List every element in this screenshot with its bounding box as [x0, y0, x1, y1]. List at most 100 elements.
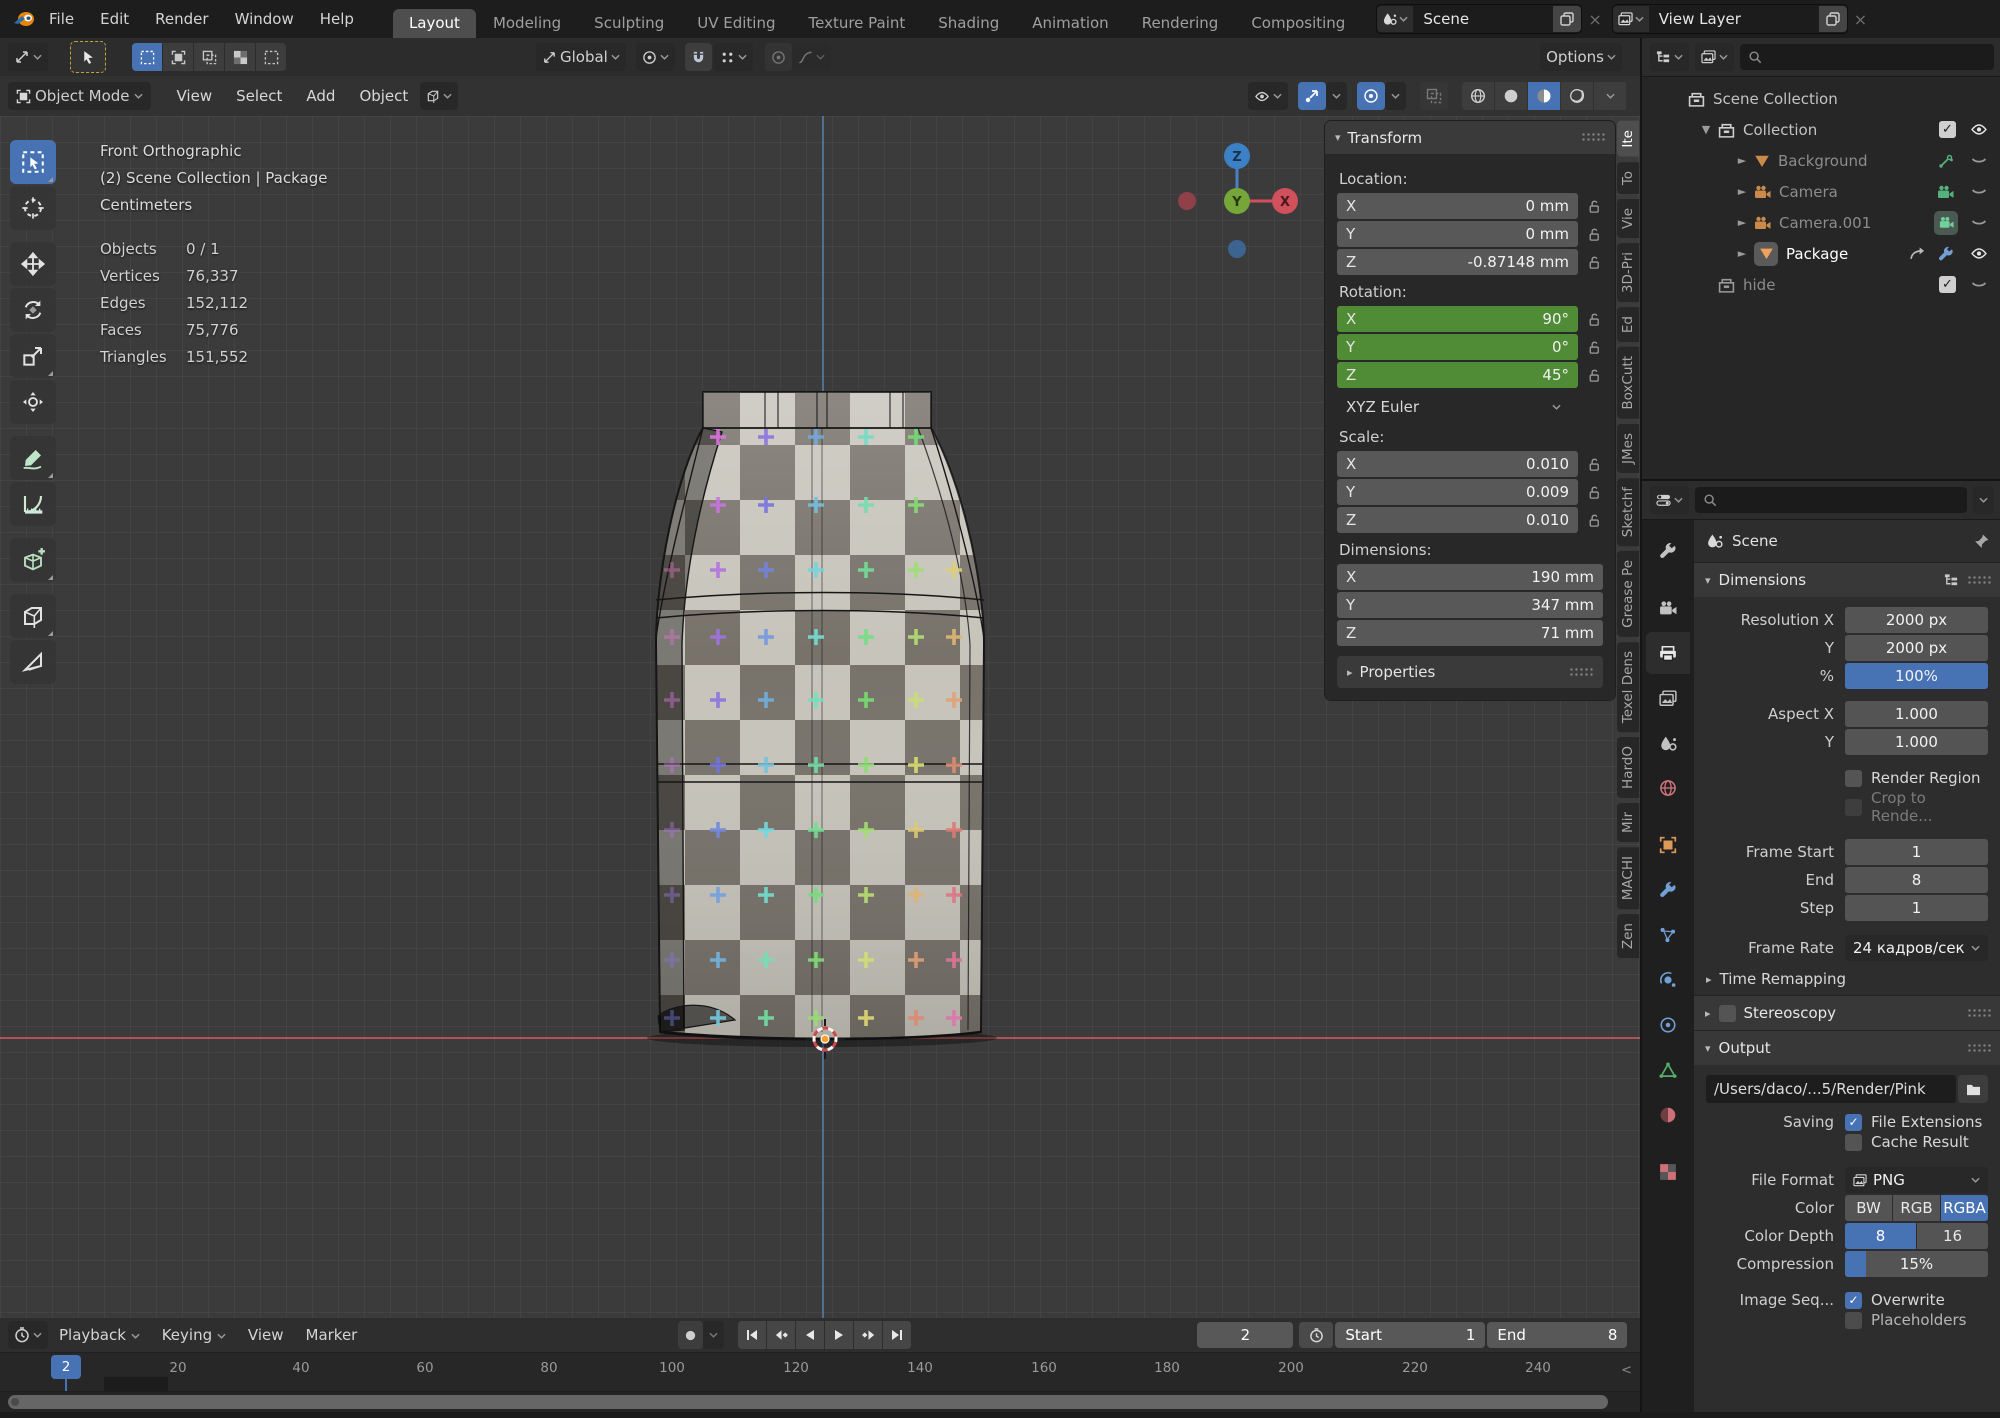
location-z-field[interactable]: Z -0.87148 mm — [1337, 249, 1578, 275]
tool-boxcutter[interactable] — [10, 594, 56, 638]
scale-z-field[interactable]: Z 0.010 — [1337, 507, 1578, 533]
select-mode-invert-button[interactable] — [225, 43, 255, 71]
frame-rate-dropdown[interactable]: 24 кадров/сек — [1845, 935, 1988, 961]
viewport-menu-add[interactable]: Add — [294, 87, 347, 105]
npanel-tab-sketchfab[interactable]: Sketchf — [1617, 477, 1639, 546]
tab-constraint-properties[interactable] — [1646, 1004, 1690, 1046]
tab-particle-properties[interactable] — [1646, 914, 1690, 956]
options-dropdown[interactable]: Options — [1540, 43, 1622, 71]
play-button[interactable] — [825, 1321, 854, 1349]
stereoscopy-checkbox[interactable] — [1718, 1004, 1736, 1022]
tab-animation[interactable]: Animation — [1016, 9, 1125, 38]
npanel-tab-grease-pencil[interactable]: Grease Pe — [1617, 550, 1639, 637]
jump-to-end-button[interactable] — [883, 1321, 912, 1349]
timeline-ruler[interactable]: 20 40 60 80 100 120 140 160 180 200 220 … — [0, 1353, 1640, 1392]
properties-breadcrumb-toggle[interactable] — [1650, 486, 1689, 514]
outliner-display-mode-dropdown[interactable] — [1650, 43, 1689, 71]
frame-start-field[interactable]: 1 — [1845, 839, 1988, 865]
tab-layout[interactable]: Layout — [392, 9, 476, 38]
select-mode-extend-button[interactable] — [163, 43, 193, 71]
scale-y-field[interactable]: Y 0.009 — [1337, 479, 1578, 505]
transform-orientation-dropdown[interactable]: Global — [536, 43, 626, 71]
scale-x-field[interactable]: X 0.010 — [1337, 451, 1578, 477]
disclosure-triangle[interactable]: ► — [1734, 185, 1750, 198]
tab-scene-properties[interactable] — [1646, 722, 1690, 764]
npanel-tab-hardops[interactable]: HardO — [1617, 737, 1639, 798]
depth-8-button[interactable]: 8 — [1845, 1223, 1916, 1249]
npanel-tab-mira[interactable]: Mir — [1617, 802, 1639, 842]
frame-end-field[interactable]: End 8 — [1487, 1322, 1628, 1348]
color-rgb-button[interactable]: RGB — [1893, 1195, 1940, 1221]
snap-target-dropdown[interactable] — [635, 43, 675, 71]
outliner-row-background[interactable]: ► Background — [1642, 145, 2000, 176]
overlays-settings-dropdown[interactable] — [1385, 82, 1406, 110]
menu-help[interactable]: Help — [307, 0, 367, 38]
tab-uv-editing[interactable]: UV Editing — [681, 9, 792, 38]
npanel-tab-view[interactable]: Vie — [1617, 198, 1639, 238]
gizmo-settings-dropdown[interactable] — [1326, 82, 1347, 110]
tool-move[interactable] — [10, 242, 56, 286]
rotation-z-field[interactable]: Z 45° — [1337, 362, 1578, 388]
crop-to-render-region-checkbox[interactable] — [1845, 798, 1862, 816]
rotation-y-field[interactable]: Y 0° — [1337, 334, 1578, 360]
frame-end-field[interactable]: 8 — [1845, 867, 1988, 893]
timeline-menu-playback[interactable]: Playback — [48, 1326, 151, 1344]
tab-material-properties[interactable] — [1646, 1094, 1690, 1136]
stereoscopy-panel-header[interactable]: ▸ Stereoscopy — [1694, 995, 2000, 1030]
use-preview-range-toggle[interactable] — [1299, 1322, 1334, 1348]
select-mode-set-button[interactable] — [132, 43, 162, 71]
aspect-x-field[interactable]: 1.000 — [1845, 701, 1988, 727]
file-extensions-checkbox[interactable]: ✓ — [1845, 1113, 1862, 1131]
next-keyframe-button[interactable] — [854, 1321, 883, 1349]
jump-to-start-button[interactable] — [738, 1321, 767, 1349]
tab-sculpting[interactable]: Sculpting — [578, 9, 681, 38]
active-tool-button[interactable] — [70, 41, 106, 73]
timeline-menu-view[interactable]: View — [237, 1326, 295, 1344]
aspect-y-field[interactable]: 1.000 — [1845, 729, 1988, 755]
npanel-tab-item[interactable]: Ite — [1617, 121, 1639, 157]
outliner-row-scene-collection[interactable]: Scene Collection — [1642, 83, 2000, 114]
properties-options-dropdown[interactable] — [1973, 486, 1994, 514]
outliner-filter-dropdown[interactable] — [1695, 43, 1734, 71]
tool-add-cube[interactable] — [10, 538, 56, 582]
tab-texture-properties[interactable] — [1646, 1151, 1690, 1193]
view-layer-name[interactable]: View Layer — [1649, 10, 1819, 28]
view-layer-copy-button[interactable] — [1818, 6, 1847, 32]
scene-unlink-button[interactable]: × — [1582, 10, 1607, 29]
npanel-tab-texel-density[interactable]: Texel Dens — [1617, 641, 1639, 732]
disclosure-triangle[interactable]: ► — [1734, 216, 1750, 229]
outliner-row-camera[interactable]: ► Camera — [1642, 176, 2000, 207]
lock-scale-z-icon[interactable] — [1587, 513, 1603, 528]
scene-browse-button[interactable] — [1377, 6, 1414, 32]
play-reverse-button[interactable] — [796, 1321, 825, 1349]
auto-keying-dropdown[interactable] — [703, 1321, 725, 1349]
viewport-menu-select[interactable]: Select — [224, 87, 294, 105]
show-gizmo-toggle[interactable] — [1298, 82, 1326, 110]
dimensions-z-field[interactable]: Z 71 mm — [1337, 620, 1603, 646]
tab-shading[interactable]: Shading — [922, 9, 1016, 38]
render-region-checkbox[interactable] — [1845, 769, 1862, 787]
select-mode-subtract-button[interactable] — [194, 43, 224, 71]
collection-checkbox[interactable]: ✓ — [1939, 276, 1956, 293]
panel-grip[interactable] — [1967, 1042, 1991, 1054]
location-x-field[interactable]: X0 mm — [1337, 193, 1578, 219]
view-layer-browse-button[interactable] — [1612, 6, 1649, 32]
shading-material-preview-button[interactable] — [1528, 82, 1560, 110]
menu-edit[interactable]: Edit — [87, 0, 142, 38]
menu-file[interactable]: File — [36, 0, 87, 38]
cache-result-checkbox[interactable] — [1845, 1133, 1862, 1151]
proportional-edit-toggle[interactable] — [764, 43, 792, 71]
viewport-3d[interactable]: Z Y X Front Orthographic (2) Scene Colle… — [0, 116, 1640, 1318]
panel-grip[interactable] — [1569, 666, 1593, 678]
panel-grip[interactable] — [1581, 132, 1605, 143]
lock-rotation-y-icon[interactable] — [1587, 340, 1603, 355]
region-collapse-arrow[interactable]: < — [1621, 1363, 1632, 1378]
timeline-scrollbar[interactable] — [0, 1392, 1640, 1413]
eye-closed-icon[interactable] — [1970, 214, 1988, 231]
eye-icon[interactable] — [1970, 121, 1988, 138]
tool-hardops[interactable] — [10, 640, 56, 684]
lock-rotation-x-icon[interactable] — [1587, 312, 1603, 327]
blender-logo-icon[interactable] — [12, 10, 36, 29]
lock-scale-y-icon[interactable] — [1587, 485, 1603, 500]
npanel-tab-jmesh[interactable]: JMes — [1617, 423, 1639, 473]
